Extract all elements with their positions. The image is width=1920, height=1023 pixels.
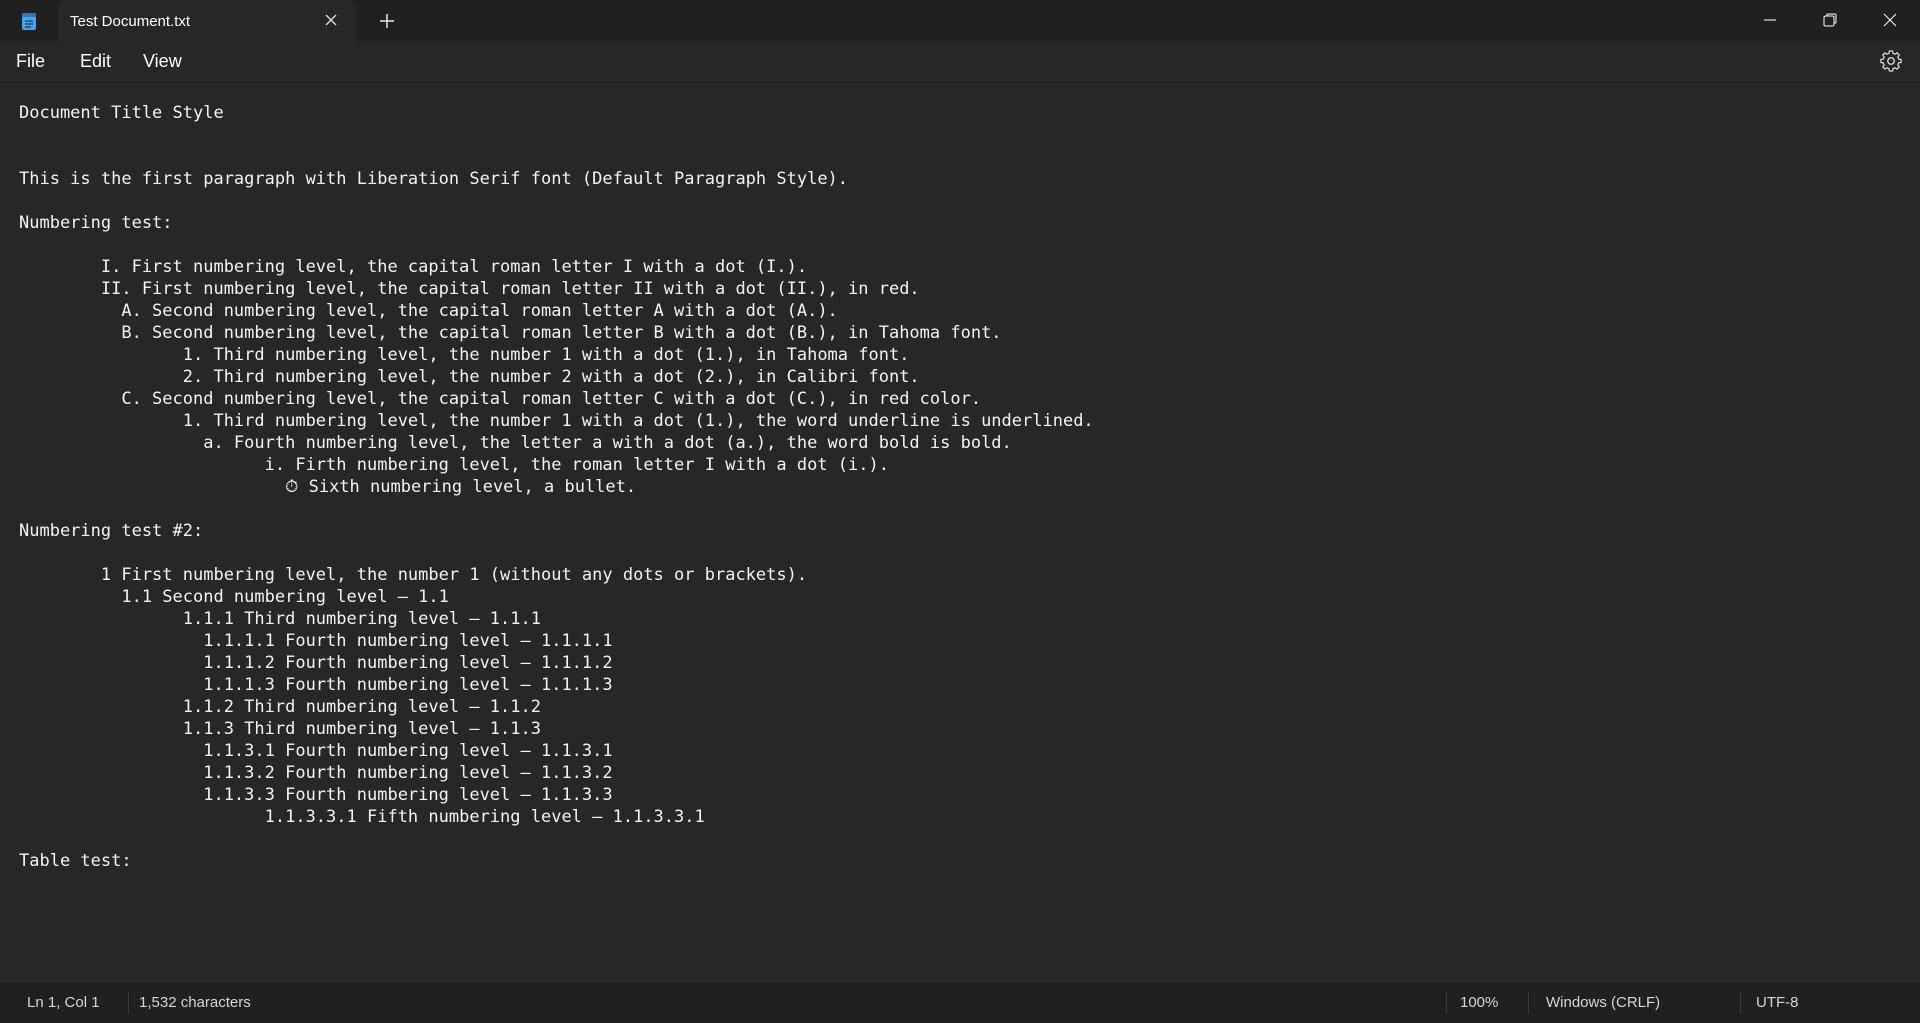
encoding[interactable]: UTF-8 [1756,982,1799,1023]
document-tab[interactable]: Test Document.txt [58,0,356,41]
character-count: 1,532 characters [139,994,251,1011]
text-line: 1 First numbering level, the number 1 (w… [19,565,808,585]
text-line: Table test: [19,851,132,871]
text-line: 1.1.1 Third numbering level – 1.1.1 [19,609,541,629]
text-line: 1.1.3.2 Fourth numbering level – 1.1.3.2 [19,763,613,783]
text-line: 1.1.3.1 Fourth numbering level – 1.1.3.1 [19,741,613,761]
text-line: 1.1.1.1 Fourth numbering level – 1.1.1.1 [19,631,613,651]
menu-file[interactable]: File [6,41,55,82]
text-line: a. Fourth numbering level, the letter a … [19,433,1012,453]
text-line: 1. Third numbering level, the number 1 w… [19,345,910,365]
text-line: II. First numbering level, the capital r… [19,279,920,299]
line-ending[interactable]: Windows (CRLF) [1546,982,1660,1023]
divider [128,992,129,1014]
notepad-icon [21,11,37,31]
plus-icon[interactable] [376,10,398,32]
text-line: I. First numbering level, the capital ro… [19,257,808,277]
divider [1446,992,1447,1014]
text-line: Numbering test #2: [19,521,204,541]
text-line: 1.1.2 Third numbering level – 1.1.2 [19,697,541,717]
text-line: 1.1.1.2 Fourth numbering level – 1.1.1.2 [19,653,613,673]
menu-edit[interactable]: Edit [70,41,121,82]
tab-title: Test Document.txt [70,13,191,30]
gear-icon[interactable] [1880,50,1902,72]
text-line: C. Second numbering level, the capital r… [19,389,982,409]
text-line: ⏱ Sixth numbering level, a bullet. [19,477,637,497]
restore-button[interactable] [1800,0,1860,41]
text-line: Numbering test: [19,213,173,233]
menu-view[interactable]: View [133,41,192,82]
text-line: Document Title Style [19,103,224,123]
text-editor[interactable]: Document Title Style This is the first pa… [0,83,1920,981]
text-line: 2. Third numbering level, the number 2 w… [19,367,920,387]
text-line: 1. Third numbering level, the number 1 w… [19,411,1094,431]
text-line: 1.1.3.3.1 Fifth numbering level – 1.1.3.… [19,807,705,827]
text-line: B. Second numbering level, the capital r… [19,323,1002,343]
menu-bar: File Edit View [0,41,1920,83]
text-line: i. Firth numbering level, the roman lett… [19,455,889,475]
status-bar: Ln 1, Col 1 1,532 characters 100% Window… [0,981,1920,1023]
text-line: 1.1.1.3 Fourth numbering level – 1.1.1.3 [19,675,613,695]
minimize-button[interactable] [1740,0,1800,41]
divider [1528,992,1529,1014]
cursor-position[interactable]: Ln 1, Col 1 [27,982,100,1023]
divider [1740,992,1741,1014]
window-close-button[interactable] [1860,0,1920,41]
text-line: A. Second numbering level, the capital r… [19,301,838,321]
text-line: 1.1.3 Third numbering level – 1.1.3 [19,719,541,739]
close-icon[interactable] [322,11,340,29]
text-line: 1.1.3.3 Fourth numbering level – 1.1.3.3 [19,785,613,805]
title-bar: Test Document.txt [0,0,1920,41]
text-line: This is the first paragraph with Liberat… [19,169,849,189]
zoom-level[interactable]: 100% [1460,982,1498,1023]
text-line: 1.1 Second numbering level – 1.1 [19,587,449,607]
